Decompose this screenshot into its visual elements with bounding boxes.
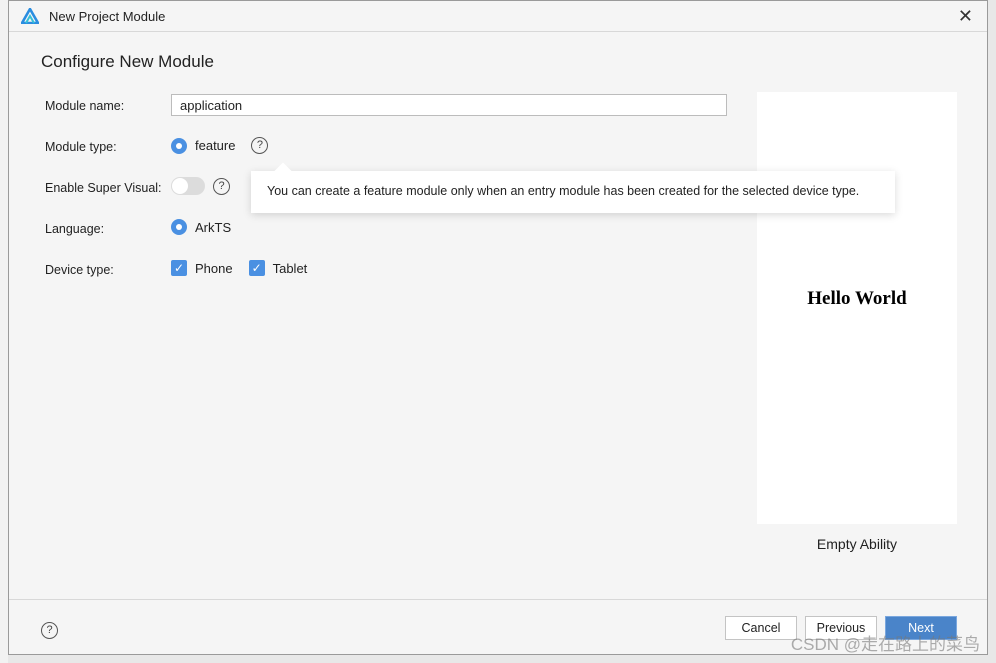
new-project-module-dialog: New Project Module ✕ Configure New Modul… (8, 0, 988, 655)
super-visual-label: Enable Super Visual: (45, 181, 162, 195)
help-icon[interactable]: ? (41, 622, 58, 639)
device-type-checkboxes: ✓ Phone ✓ Tablet (171, 260, 307, 276)
tablet-checkbox[interactable]: ✓ (248, 260, 265, 276)
language-label: Language: (45, 222, 105, 236)
language-radio-group: ArkTS (171, 219, 231, 235)
background-ide (0, 0, 8, 663)
cancel-button[interactable]: Cancel (725, 616, 797, 640)
super-visual-toggle[interactable] (171, 177, 205, 195)
arkts-radio[interactable] (171, 219, 187, 235)
help-icon[interactable]: ? (213, 177, 230, 195)
module-type-tooltip: You can create a feature module only whe… (251, 171, 895, 213)
template-preview[interactable]: Hello World (757, 92, 957, 524)
phone-checkbox-label: Phone (195, 260, 233, 276)
super-visual-controls: ? (171, 177, 230, 195)
title-bar: New Project Module ✕ (9, 1, 987, 32)
window-title: New Project Module (49, 9, 166, 24)
arkts-radio-label: ArkTS (195, 219, 232, 235)
phone-checkbox[interactable]: ✓ (171, 260, 187, 276)
feature-radio[interactable] (171, 137, 187, 154)
module-type-label: Module type: (45, 140, 117, 154)
page-title: Configure New Module (41, 52, 214, 71)
close-icon[interactable]: ✕ (958, 6, 973, 27)
help-icon[interactable]: ? (251, 137, 269, 154)
template-caption: Empty Ability (816, 536, 898, 552)
preview-text: Hello World (807, 288, 907, 309)
app-logo-icon (21, 8, 39, 24)
device-type-label: Device type: (45, 263, 114, 277)
module-name-label: Module name: (45, 99, 125, 113)
watermark: CSDN @走在路上的菜鸟 (790, 635, 980, 654)
feature-radio-label: feature (195, 138, 236, 153)
module-type-radio-group: feature ? (171, 137, 269, 154)
tablet-checkbox-label: Tablet (272, 260, 308, 276)
module-name-input[interactable]: application (171, 94, 727, 116)
